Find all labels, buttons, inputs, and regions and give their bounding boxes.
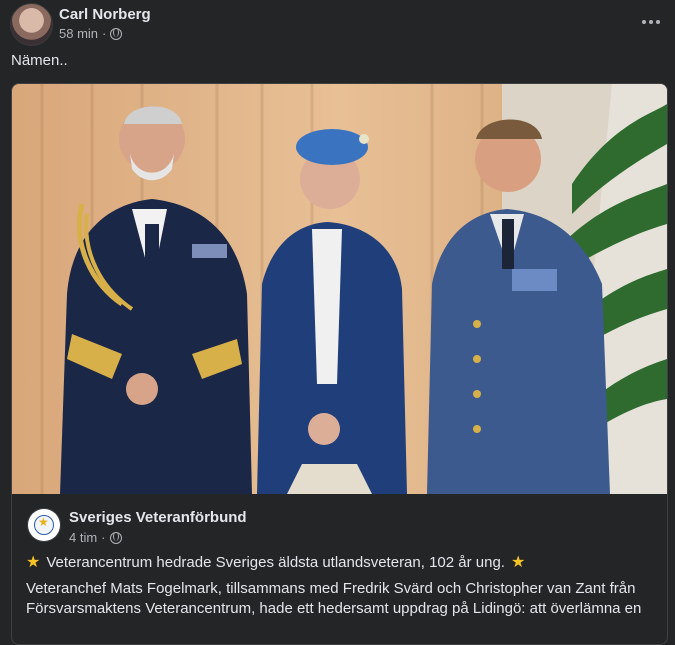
post-time[interactable]: 58 min (59, 26, 98, 41)
author-name[interactable]: Carl Norberg (59, 6, 151, 23)
post-text: Nämen.. (11, 52, 68, 69)
more-options-icon[interactable] (639, 10, 663, 34)
star-icon: ★ (26, 554, 41, 571)
shared-photo[interactable] (12, 84, 667, 494)
meta-separator: · (102, 26, 107, 41)
globe-icon[interactable] (110, 27, 123, 40)
headline-text: Veterancentrum hedrade Sveriges äldsta u… (46, 553, 505, 571)
shared-headline: ★ Veterancentrum hedrade Sveriges äldsta… (26, 552, 525, 572)
star-icon: ★ (510, 554, 526, 571)
shared-post-time[interactable]: 4 tim (69, 530, 97, 545)
page-logo[interactable] (28, 509, 60, 541)
shared-meta-separator: · (101, 530, 106, 545)
shared-body-text: Veteranchef Mats Fogelmark, tillsammans … (26, 580, 642, 617)
shared-post-card[interactable]: Sveriges Veteranförbund 4 tim · ★ Vetera… (11, 83, 668, 645)
shared-post-meta: 4 tim · (69, 530, 122, 545)
post-meta: 58 min · (59, 26, 123, 41)
shared-page-row: Sveriges Veteranförbund 4 tim · (12, 494, 667, 545)
post-header: Carl Norberg 58 min · (0, 0, 675, 48)
author-avatar[interactable] (10, 3, 53, 46)
globe-icon[interactable] (109, 531, 122, 544)
page-name[interactable]: Sveriges Veteranförbund (69, 509, 247, 526)
